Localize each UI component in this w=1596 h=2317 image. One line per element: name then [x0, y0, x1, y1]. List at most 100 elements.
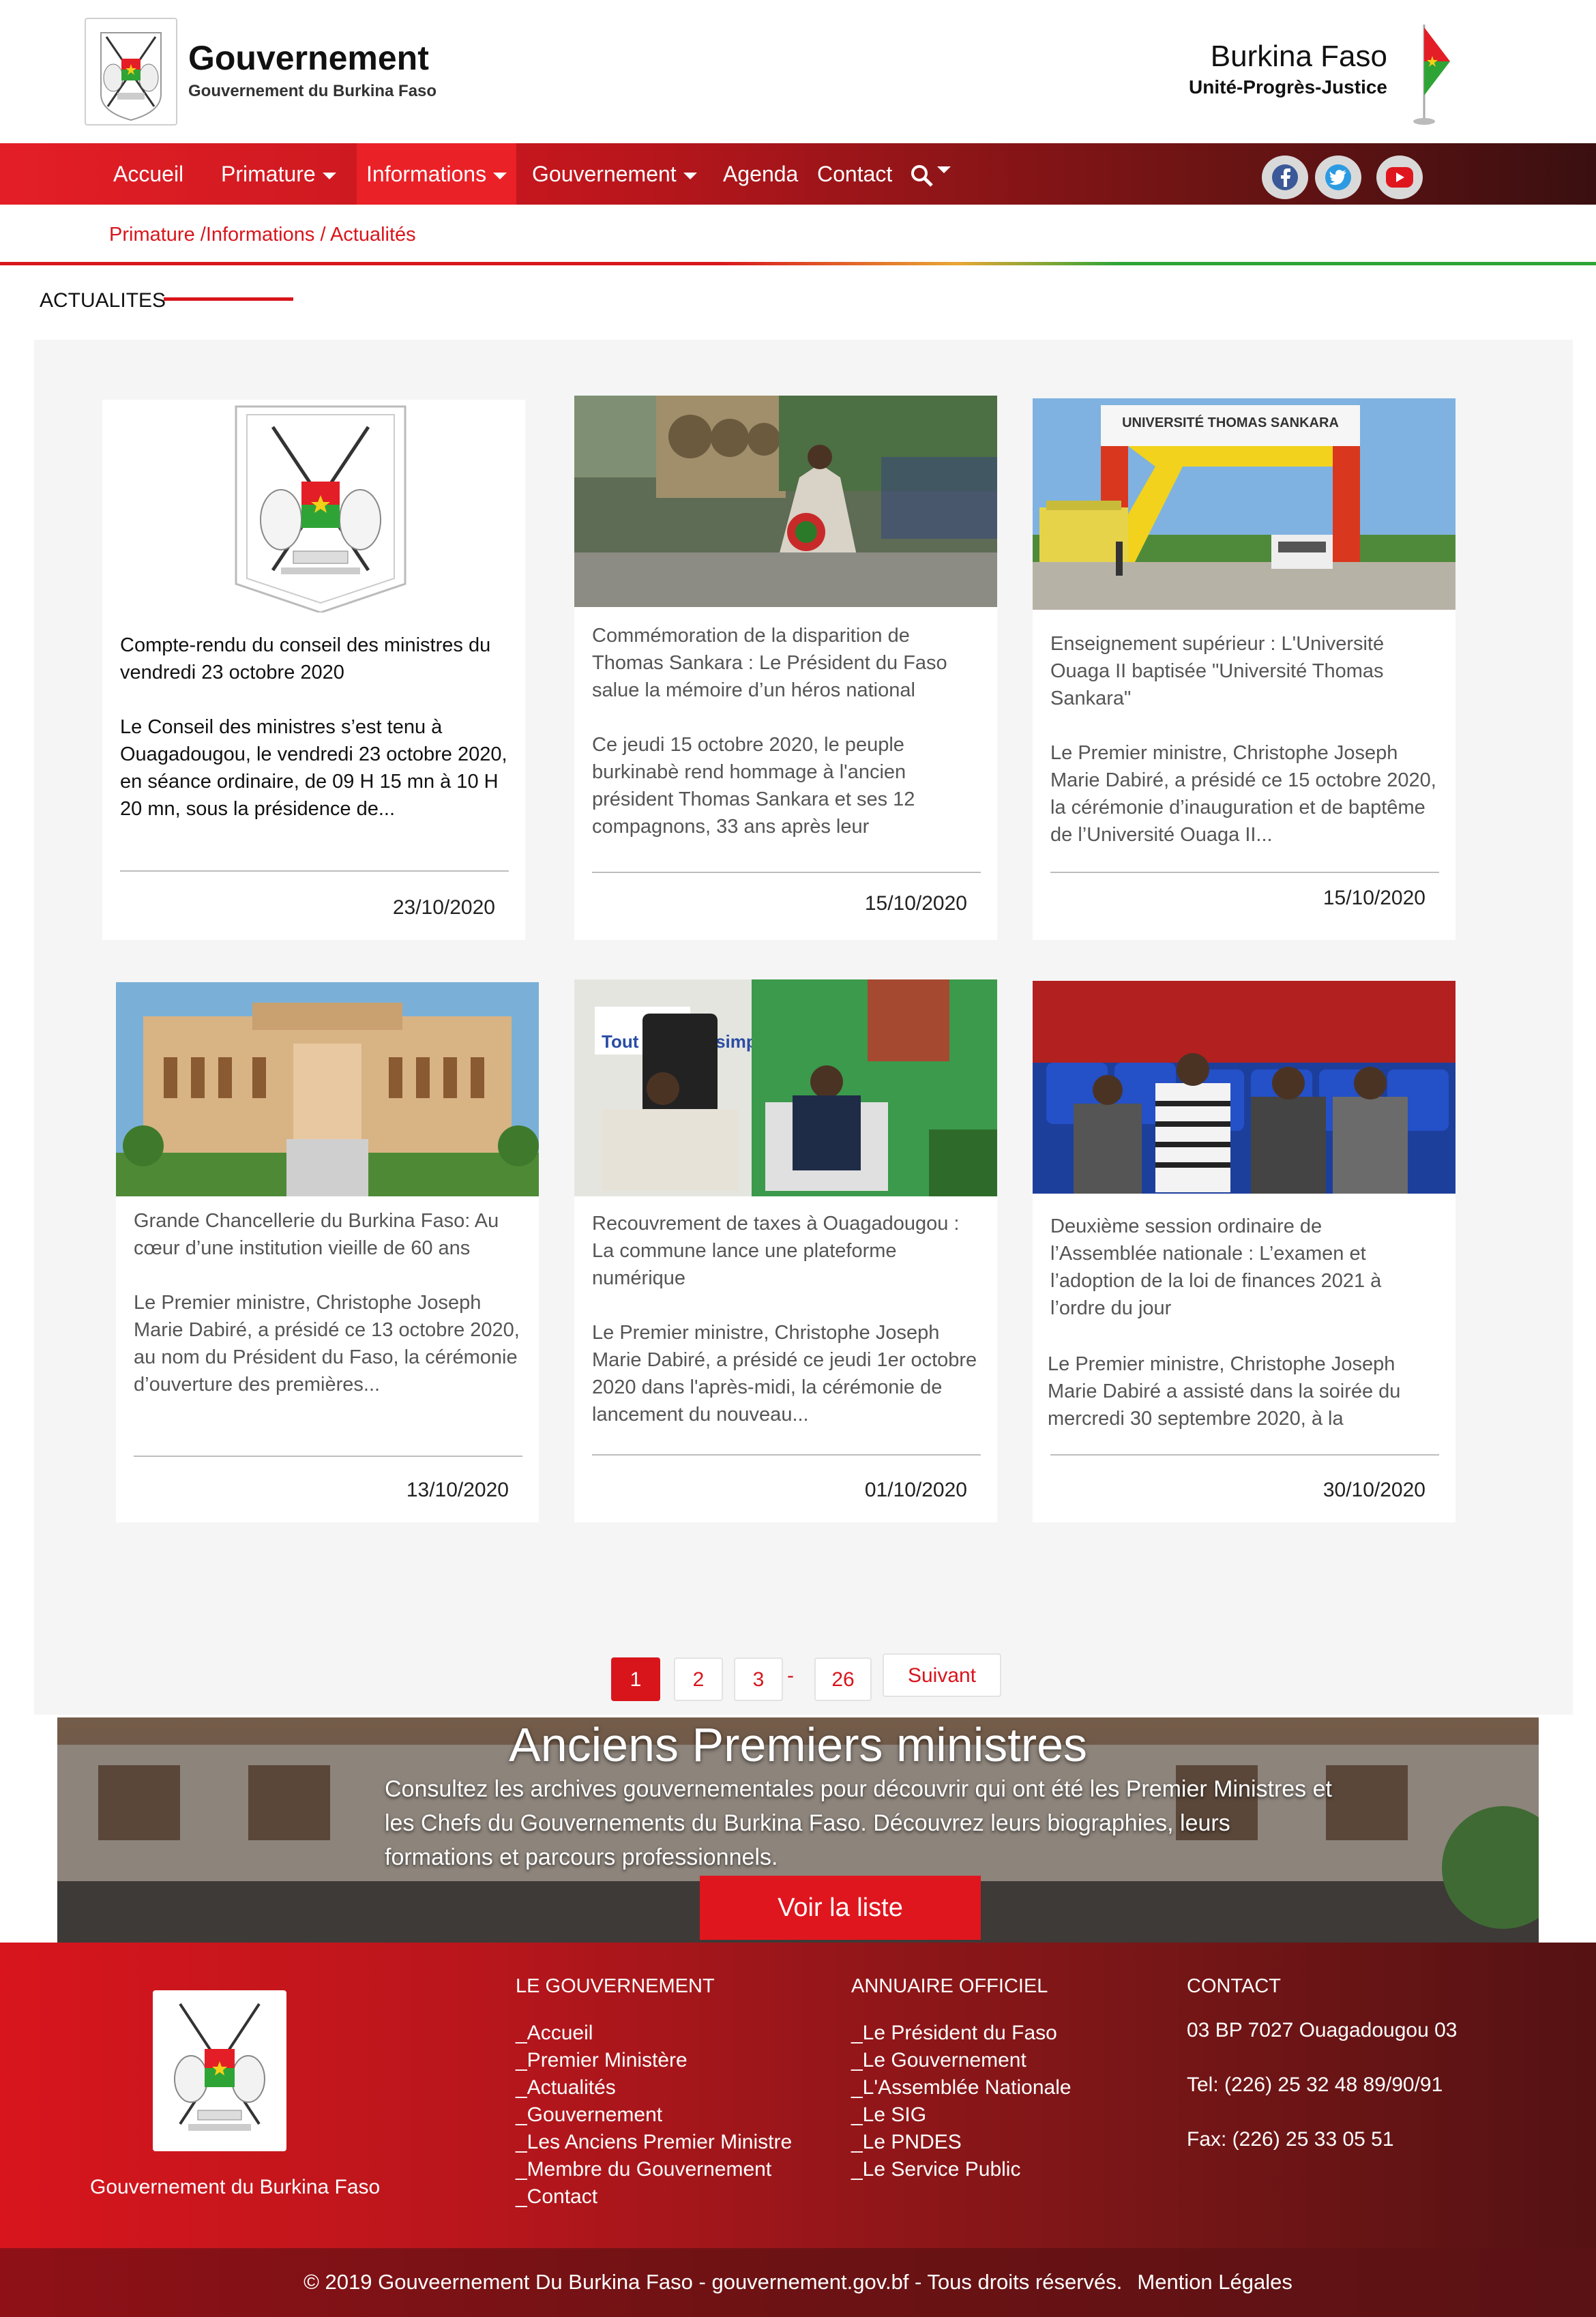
- footer-address: 03 BP 7027 Ouagadougou 03: [1187, 2019, 1458, 2041]
- nav-accueil-label: Accueil: [113, 162, 184, 186]
- footer-link-membres[interactable]: _Membre du Gouvernement: [516, 2158, 771, 2181]
- nav-gouvernement-label: Gouvernement: [532, 162, 677, 186]
- youtube-button[interactable]: [1376, 156, 1423, 199]
- news-card-title[interactable]: Compte-rendu du conseil des ministres du…: [120, 632, 509, 686]
- burkina-flag-icon: [1413, 25, 1450, 125]
- search-toggle[interactable]: [910, 143, 951, 205]
- footer-link-contact[interactable]: _Contact: [516, 2185, 597, 2209]
- footer-col-title: LE GOUVERNEMENT: [516, 1975, 715, 1997]
- news-card-date: 23/10/2020: [392, 896, 495, 919]
- next-page-button[interactable]: Suivant: [883, 1653, 1001, 1697]
- footer-contact-title: CONTACT: [1187, 1975, 1282, 1997]
- tricolor-divider: [0, 262, 1596, 265]
- nav-primature[interactable]: Primature: [221, 143, 336, 205]
- news-card-excerpt: Le Premier ministre, Christophe Joseph M…: [1048, 1353, 1401, 1430]
- news-card-title[interactable]: Commémoration de la disparition de Thoma…: [592, 622, 981, 704]
- nav-accueil[interactable]: Accueil: [113, 143, 183, 205]
- section-title: ACTUALITES: [40, 289, 166, 312]
- nav-informations-label: Informations: [366, 162, 487, 186]
- news-card-title[interactable]: Deuxième session ordinaire de l’Assemblé…: [1050, 1213, 1432, 1322]
- bottom-bar: © 2019 Gouveernement Du Burkina Faso - g…: [0, 2248, 1596, 2317]
- news-card-image: UNIVERSITÉ THOMAS SANKARA: [1033, 398, 1455, 610]
- site-footer: Gouvernement du Burkina Faso LE GOUVERNE…: [0, 1943, 1596, 2248]
- main-navbar: Accueil Primature Informations Gouvernem…: [0, 143, 1596, 205]
- footer-link-pndes[interactable]: _Le PNDES: [851, 2131, 962, 2154]
- former-pm-banner: Anciens Premiers ministres Consultez les…: [57, 1717, 1539, 1943]
- search-icon: [911, 164, 933, 187]
- page-26-button[interactable]: 26: [814, 1657, 872, 1701]
- site-header: Gouvernement Gouvernement du Burkina Fas…: [0, 0, 1596, 143]
- brand-title[interactable]: Gouvernement: [188, 38, 429, 78]
- news-card[interactable]: Grande Chancellerie du Burkina Faso: Au …: [116, 982, 539, 1522]
- youtube-icon: [1386, 167, 1413, 188]
- card-separator: [1050, 1454, 1439, 1456]
- banner-title: Anciens Premiers ministres: [509, 1718, 1087, 1771]
- news-card-image: [116, 982, 539, 1196]
- footer-fax: Fax: (226) 25 33 05 51: [1187, 2128, 1394, 2151]
- news-card-excerpt: Le Premier ministre, Christophe Joseph M…: [592, 1322, 977, 1426]
- page-1-button[interactable]: 1: [611, 1657, 660, 1701]
- footer-col-title: ANNUAIRE OFFICIEL: [851, 1975, 1048, 1997]
- nav-agenda-label: Agenda: [723, 162, 799, 186]
- footer-link-premier-ministere[interactable]: _Premier Ministère: [516, 2049, 688, 2072]
- legal-mention-link[interactable]: Mention Légales: [1137, 2270, 1292, 2294]
- footer-link-assemblee[interactable]: _L'Assemblée Nationale: [851, 2076, 1072, 2099]
- country-name: Burkina Faso: [1210, 40, 1387, 73]
- news-card-image: [102, 400, 525, 613]
- footer-link-anciens-pm[interactable]: _Les Anciens Premier Ministre: [516, 2131, 792, 2154]
- chevron-down-icon: [322, 172, 336, 179]
- footer-link-sig[interactable]: _Le SIG: [851, 2104, 926, 2127]
- news-card[interactable]: Tout est plus simple ! Recouvrement de t…: [574, 979, 997, 1522]
- news-card-date: 15/10/2020: [864, 892, 967, 915]
- news-card-excerpt: Le Conseil des ministres s’est tenu à Ou…: [120, 716, 507, 820]
- nav-contact-label: Contact: [817, 162, 893, 186]
- footer-link-accueil[interactable]: _Accueil: [516, 2022, 593, 2045]
- footer-brand: Gouvernement du Burkina Faso: [90, 2176, 381, 2198]
- section-underline: [164, 297, 293, 301]
- page-2-button[interactable]: 2: [674, 1657, 723, 1701]
- view-list-button[interactable]: Voir la liste: [700, 1876, 981, 1940]
- news-card-excerpt: Ce jeudi 15 octobre 2020, le peuple burk…: [592, 734, 915, 838]
- news-card-image: [1033, 981, 1455, 1194]
- footer-link-gouvernement[interactable]: _Gouvernement: [516, 2104, 662, 2127]
- news-card-excerpt: Le Premier ministre, Christophe Joseph M…: [1050, 742, 1436, 846]
- nav-gouvernement[interactable]: Gouvernement: [532, 143, 697, 205]
- news-card-title[interactable]: Grande Chancellerie du Burkina Faso: Au …: [134, 1207, 522, 1262]
- news-card[interactable]: Commémoration de la disparition de Thoma…: [574, 396, 997, 940]
- news-card-image: Tout est plus simple !: [574, 979, 997, 1196]
- news-card[interactable]: UNIVERSITÉ THOMAS SANKARA Enseignement s…: [1033, 398, 1455, 940]
- coat-of-arms-logo[interactable]: [85, 18, 177, 126]
- news-card[interactable]: Compte-rendu du conseil des ministres du…: [102, 400, 525, 940]
- twitter-button[interactable]: [1315, 156, 1361, 199]
- country-motto: Unité-Progrès-Justice: [1189, 76, 1387, 98]
- breadcrumb[interactable]: Primature /Informations / Actualités: [109, 224, 416, 246]
- facebook-button[interactable]: [1262, 156, 1308, 199]
- news-card-title[interactable]: Recouvrement de taxes à Ouagadougou : La…: [592, 1210, 981, 1292]
- nav-agenda[interactable]: Agenda: [723, 143, 798, 205]
- footer-link-service-public[interactable]: _Le Service Public: [851, 2158, 1020, 2181]
- chevron-down-icon: [937, 166, 951, 173]
- footer-link-le-gouvernement[interactable]: _Le Gouvernement: [851, 2049, 1026, 2072]
- brand-subtitle: Gouvernement du Burkina Faso: [188, 82, 437, 100]
- news-card-date: 15/10/2020: [1322, 887, 1425, 909]
- copyright-line: © 2019 Gouveernement Du Burkina Faso - g…: [0, 2270, 1596, 2294]
- nav-contact[interactable]: Contact: [817, 143, 892, 205]
- footer-link-president[interactable]: _Le Président du Faso: [851, 2022, 1057, 2045]
- chevron-down-icon: [493, 172, 507, 179]
- card-separator: [1050, 872, 1439, 873]
- page-3-button[interactable]: 3: [734, 1657, 783, 1701]
- copyright-text: © 2019 Gouveernement Du Burkina Faso - g…: [304, 2270, 1123, 2294]
- footer-link-actualites[interactable]: _Actualités: [516, 2076, 616, 2099]
- chevron-down-icon: [683, 172, 697, 179]
- card-separator: [592, 872, 981, 873]
- nav-primature-label: Primature: [221, 162, 316, 186]
- page-separator: -: [787, 1664, 794, 1687]
- footer-coat-of-arms-logo[interactable]: [153, 1990, 286, 2151]
- news-card-title[interactable]: Enseignement supérieur : L'Université Ou…: [1050, 630, 1439, 712]
- news-card-date: 13/10/2020: [406, 1479, 509, 1501]
- nav-informations[interactable]: Informations: [357, 143, 517, 205]
- news-card-date: 01/10/2020: [864, 1479, 967, 1501]
- twitter-icon: [1325, 164, 1351, 190]
- news-card[interactable]: Deuxième session ordinaire de l’Assemblé…: [1033, 981, 1455, 1522]
- banner-caption: UNIVERSITÉ THOMAS SANKARA: [1122, 415, 1339, 430]
